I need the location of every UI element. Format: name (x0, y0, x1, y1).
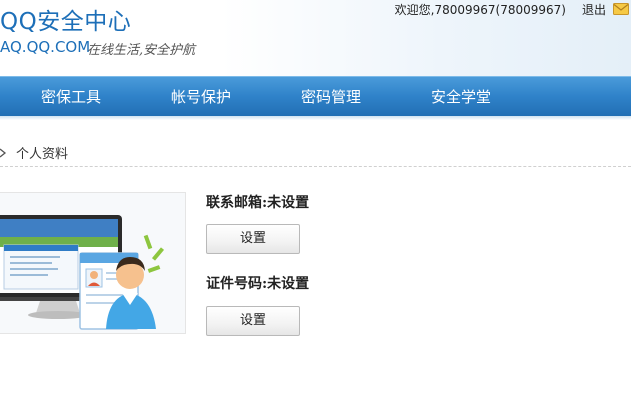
email-row: 联系邮箱:未设置 (206, 192, 309, 212)
chevron-right-icon (0, 147, 8, 158)
monitor-user-illustration (0, 215, 165, 330)
set-email-button[interactable]: 设置 (206, 224, 300, 254)
email-value: 未设置 (267, 195, 310, 211)
breadcrumb-current: 个人资料 (16, 146, 69, 162)
id-number-row: 证件号码:未设置 (206, 273, 309, 293)
brand-url[interactable]: AQ.QQ.COM (0, 38, 90, 56)
brand-slogan: 在线生活,安全护航 (87, 43, 196, 58)
brand-title[interactable]: QQ安全中心 (0, 2, 131, 36)
email-label: 联系邮箱: (206, 195, 268, 211)
nav-item-password-management[interactable]: 密码管理 (266, 77, 396, 117)
mail-icon[interactable] (613, 3, 629, 15)
logout-link[interactable]: 退出 (582, 1, 606, 18)
breadcrumb-divider (0, 166, 631, 167)
user-bar: 欢迎您,78009967(78009967) 退出 (395, 0, 631, 18)
set-id-number-button[interactable]: 设置 (206, 306, 300, 336)
nav-item-security-tools[interactable]: 密保工具 (6, 77, 136, 117)
main-nav: 密保工具 帐号保护 密码管理 安全学堂 (0, 76, 631, 116)
id-number-value: 未设置 (267, 276, 310, 292)
welcome-text: 欢迎您,78009967(78009967) (394, 2, 566, 17)
nav-item-security-school[interactable]: 安全学堂 (396, 77, 526, 117)
nav-shadow (0, 116, 631, 120)
breadcrumb: 个人资料 (0, 140, 631, 164)
header: QQ安全中心 AQ.QQ.COM 在线生活,安全护航 欢迎您,78009967(… (0, 0, 631, 76)
profile-illustration (0, 192, 186, 334)
nav-item-account-protection[interactable]: 帐号保护 (136, 77, 266, 117)
id-number-label: 证件号码: (206, 276, 268, 292)
